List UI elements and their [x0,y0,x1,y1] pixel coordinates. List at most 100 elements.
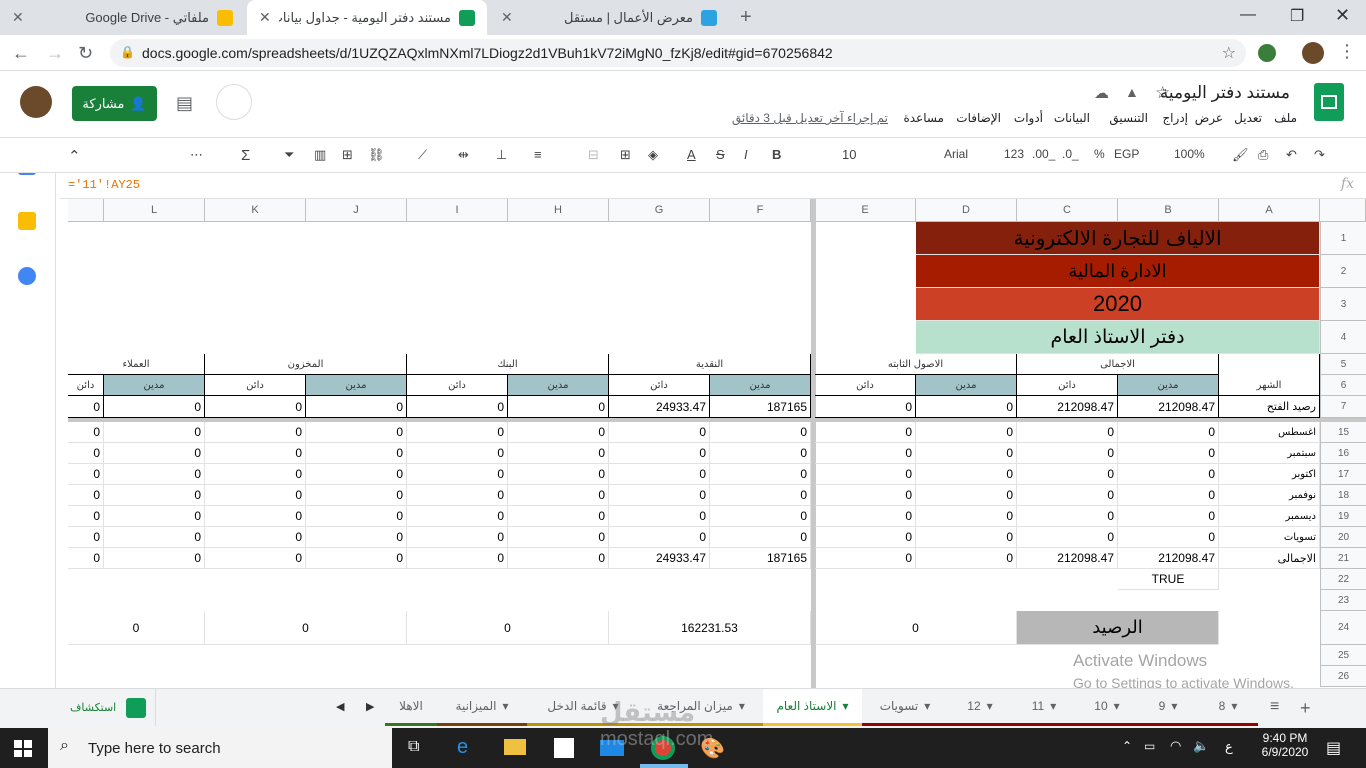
value-cell[interactable]: 0 [609,506,710,527]
value-cell[interactable]: 0 [916,485,1017,506]
value-cell[interactable]: 0 [1118,443,1219,464]
insert-link-icon[interactable]: ⛓ [368,147,385,163]
value-cell[interactable]: 0 [104,396,205,418]
value-cell[interactable]: 0 [508,548,609,569]
month-label[interactable]: اكتوبر [1219,464,1320,485]
debit-header[interactable]: مدين [104,375,205,396]
col-header-h[interactable]: H [508,199,609,222]
sheet-tab-depreciation[interactable]: الاهلا [385,689,437,726]
value-cell[interactable]: 0 [609,422,710,443]
month-label[interactable]: تسويات [1219,527,1320,548]
value-cell[interactable]: 0 [104,443,205,464]
value-cell[interactable]: 0 [508,422,609,443]
sheet-tab-adjustments[interactable]: تسويات ▾ [862,689,948,726]
file-explorer-icon[interactable] [504,739,526,755]
value-cell[interactable]: 0 [306,548,407,569]
value-cell[interactable]: 24933.47 [609,396,710,418]
value-cell[interactable]: 0 [205,506,306,527]
value-cell[interactable]: 0 [104,506,205,527]
meet-present-icon[interactable] [216,84,252,120]
windows-start-icon[interactable] [14,740,32,757]
col-header-c[interactable]: C [1017,199,1118,222]
value-cell[interactable]: 0 [815,548,916,569]
new-tab-button[interactable]: + [740,6,752,29]
menu-view[interactable]: عرض [1195,111,1223,125]
value-cell[interactable]: 0 [407,506,508,527]
font-size-field[interactable]: 10 [842,147,856,162]
reload-icon[interactable]: ↻ [78,43,93,64]
col-header-i[interactable]: I [407,199,508,222]
value-cell[interactable]: 0 [68,422,104,443]
month-label[interactable]: نوفمبر [1219,485,1320,506]
tasks-icon[interactable] [18,267,36,285]
profile-avatar-icon[interactable] [1302,42,1324,64]
horizontal-align-icon[interactable]: ≡ [534,147,542,162]
taskbar-search-box[interactable]: ⌕ Type here to search [48,728,392,768]
value-cell[interactable]: 0 [104,485,205,506]
month-label[interactable]: سبتمبر [1219,443,1320,464]
number-format-button[interactable]: 123 [1004,147,1024,161]
value-cell[interactable]: 0 [710,443,811,464]
row-header[interactable]: 7 [1320,396,1366,418]
total-label[interactable]: الاجمالى [1219,548,1320,569]
close-tab-icon[interactable]: ✕ [501,9,513,26]
value-cell[interactable]: 0 [68,527,104,548]
row-header[interactable]: 3 [1320,288,1366,321]
zoom-select[interactable]: 100% [1174,147,1205,161]
row-header[interactable]: 6 [1320,375,1366,396]
value-cell[interactable]: 0 [306,396,407,418]
value-cell[interactable]: 0 [306,464,407,485]
value-cell[interactable]: 0 [205,443,306,464]
balance-fixed-assets[interactable]: 0 [815,611,1017,645]
row-header[interactable]: 24 [1320,611,1366,645]
browser-tab-mostaql[interactable]: معرض الأعمال | مستقل ✕ [489,0,729,35]
increase-decimal-button[interactable]: .00_ [1032,147,1055,161]
value-cell[interactable]: 0 [1017,506,1118,527]
close-tab-icon[interactable]: ✕ [259,9,271,26]
chrome-menu-icon[interactable]: ⋮ [1338,41,1356,62]
balance-bank[interactable]: 0 [407,611,609,645]
col-header-l[interactable]: L [104,199,205,222]
credit-header[interactable]: دائن [609,375,710,396]
row-header[interactable]: 2 [1320,255,1366,288]
value-cell[interactable]: 0 [306,527,407,548]
value-cell[interactable]: 0 [916,443,1017,464]
insert-comment-icon[interactable]: ⊞ [342,147,353,163]
share-button[interactable]: مشاركة 👤 [72,86,157,121]
bold-icon[interactable]: B [772,147,781,162]
value-cell[interactable]: 0 [407,443,508,464]
row-header[interactable]: 20 [1320,527,1366,548]
value-cell[interactable]: 0 [407,548,508,569]
text-color-icon[interactable]: A [687,147,696,162]
row-header[interactable]: 5 [1320,354,1366,375]
row-header[interactable]: 26 [1320,666,1366,687]
row-header[interactable]: 15 [1320,422,1366,443]
tray-chevron-icon[interactable]: ⌃ [1122,739,1132,753]
undo-icon[interactable]: ↶ [1286,147,1297,163]
value-cell[interactable]: 0 [306,443,407,464]
sheet-tab-balance-sheet[interactable]: الميزانية ▾ [437,689,527,726]
value-cell[interactable]: 0 [1118,464,1219,485]
value-cell[interactable]: 24933.47 [609,548,710,569]
vertical-align-icon[interactable]: ⊥ [496,147,507,163]
banner-ledger-title[interactable]: دفتر الاستاذ العام [916,321,1320,354]
value-cell[interactable]: 212098.47 [1118,396,1219,418]
sheet-tab-9[interactable]: 9 ▾ [1138,689,1198,726]
value-cell[interactable]: 0 [508,396,609,418]
wifi-icon[interactable]: ◠ [1170,738,1181,754]
value-cell[interactable]: 0 [815,464,916,485]
value-cell[interactable]: 0 [916,506,1017,527]
menu-edit[interactable]: تعديل [1234,111,1262,125]
italic-icon[interactable]: I [744,147,748,162]
notifications-icon[interactable]: ▤ [1326,738,1341,758]
add-sheet-icon[interactable]: + [1300,698,1311,719]
clock[interactable]: 9:40 PM 6/9/2020 [1255,731,1315,759]
value-cell[interactable]: 0 [407,396,508,418]
value-cell[interactable]: 0 [68,485,104,506]
restore-icon[interactable]: ❐ [1290,6,1304,26]
banner-year[interactable]: 2020 [916,288,1320,321]
value-cell[interactable]: 0 [68,464,104,485]
sheet-tab-8[interactable]: 8 ▾ [1198,689,1258,726]
col-header-f[interactable]: F [710,199,811,222]
value-cell[interactable]: 0 [815,485,916,506]
